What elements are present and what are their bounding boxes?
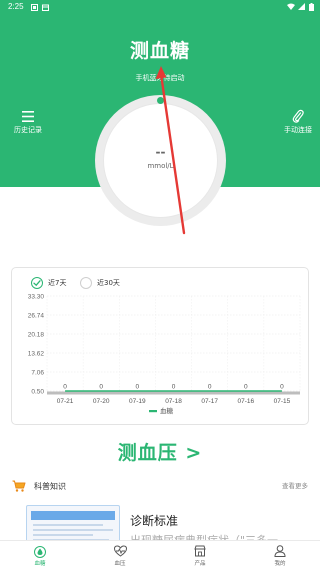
- data-label: 0: [280, 384, 284, 391]
- tab-label: 产品: [194, 561, 206, 567]
- manual-connect-label: 手动连接: [284, 126, 312, 134]
- heart-pulse-icon: [113, 545, 127, 557]
- glucose-unit: mmol/L: [147, 162, 174, 170]
- paperclip-icon: [292, 109, 304, 123]
- legend-label: 血糖: [160, 406, 174, 415]
- y-tick-label: 0.50: [31, 389, 44, 396]
- x-axis: [47, 391, 300, 395]
- status-time: 2:25: [8, 2, 24, 11]
- science-section-header: 科普知识 查看更多: [12, 478, 308, 494]
- history-button[interactable]: 历史记录: [0, 108, 58, 135]
- gauge-indicator-dot: [157, 97, 164, 104]
- x-tick-label: 07-18: [165, 398, 182, 405]
- y-tick-label: 20.18: [28, 332, 45, 339]
- wifi-icon: [286, 3, 295, 10]
- tab-label: 血糖: [34, 561, 46, 567]
- drop-icon: [34, 545, 46, 558]
- article-item[interactable]: 诊断标准 出现糖尿病典型症状（"三多一: [26, 505, 296, 543]
- glucose-value: --: [155, 145, 166, 159]
- data-label: 0: [99, 384, 103, 391]
- tab-blood-pressure[interactable]: 血压: [80, 541, 160, 568]
- glucose-gauge[interactable]: -- mmol/L: [95, 95, 226, 226]
- science-title: 科普知识: [34, 482, 66, 491]
- person-icon: [274, 545, 286, 557]
- y-tick-label: 7.06: [31, 370, 44, 377]
- y-tick-label: 26.74: [28, 313, 45, 320]
- y-tick-label: 13.62: [28, 351, 45, 358]
- manual-connect-button[interactable]: 手动连接: [268, 108, 320, 135]
- data-label: 0: [172, 384, 176, 391]
- image-notification-icon: [31, 3, 38, 11]
- article-title: 诊断标准: [130, 514, 179, 528]
- menu-icon: [22, 110, 34, 122]
- bluetooth-status: 手机蓝牙待启动: [135, 74, 185, 82]
- data-label: 0: [244, 384, 248, 391]
- calendar-notification-icon: [42, 4, 50, 11]
- glucose-line-chart: 33.30 26.74 20.18 13.62 7.06 0.50 07-21 07-20 07…: [28, 294, 301, 415]
- gauge-face: [103, 103, 218, 218]
- history-label: 历史记录: [14, 126, 42, 134]
- legend-swatch: [149, 410, 157, 413]
- x-tick-label: 07-17: [201, 398, 218, 405]
- x-tick-label: 07-21: [57, 398, 74, 405]
- status-bar: 2:25: [0, 0, 320, 14]
- notification-icons: [31, 3, 50, 11]
- measure-bp-link[interactable]: 测血压 >: [0, 438, 320, 465]
- signal-icon: [298, 3, 306, 10]
- x-tick-label: 07-15: [274, 398, 291, 405]
- article-thumbnail: [26, 505, 120, 543]
- data-label: 0: [208, 384, 212, 391]
- store-icon: [194, 545, 206, 557]
- x-tick-label: 07-16: [237, 398, 254, 405]
- shopping-cart-icon: [12, 480, 26, 492]
- x-tick-label: 07-20: [93, 398, 110, 405]
- data-label: 0: [63, 384, 67, 391]
- tab-blood-glucose[interactable]: 血糖: [0, 541, 80, 568]
- tab-label: 我的: [274, 561, 286, 567]
- battery-icon: [309, 2, 314, 11]
- tab-mine[interactable]: 我的: [240, 541, 320, 568]
- glucose-chart-card: 近7天 近30天 33.30 26.74 20.18 13.62 7.06 0.50 07-…: [11, 267, 309, 425]
- y-tick-label: 33.30: [28, 294, 45, 301]
- system-icons: [286, 2, 314, 11]
- data-label: 0: [136, 384, 140, 391]
- bottom-tab-bar: 血糖 血压 产品 我的: [0, 540, 320, 568]
- tab-products[interactable]: 产品: [160, 541, 240, 568]
- tab-label: 血压: [114, 561, 126, 567]
- x-tick-label: 07-19: [129, 398, 146, 405]
- see-more-link[interactable]: 查看更多: [282, 480, 308, 490]
- page-title: 测血糖: [129, 40, 190, 62]
